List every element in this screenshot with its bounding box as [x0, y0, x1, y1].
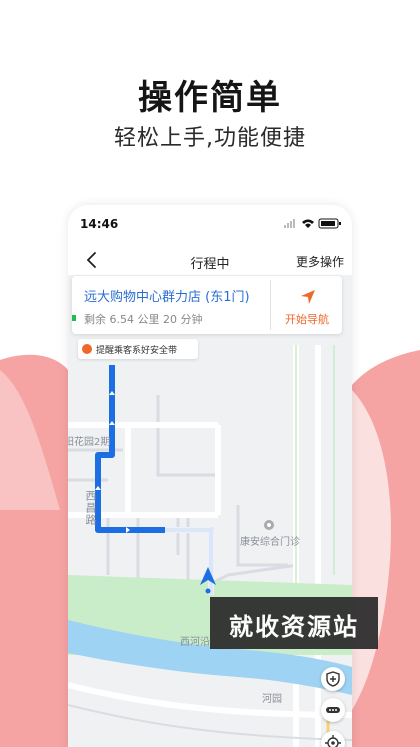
promo-title: 操作简单 [138, 78, 282, 118]
more-icon [326, 707, 340, 713]
destination-card: 远大购物中心群力店 (东1门) 剩余 6.54 公里 20 分钟 开始导航 [72, 276, 342, 334]
destination-name: 远大购物中心群力店 (东1门) [84, 290, 250, 305]
phone-screen: 14:46 行程中 更多操作 阳花园2期 西昌路 康安综合门诊 西河沿 河园 远… [68, 205, 352, 747]
route-start-marker [72, 315, 76, 321]
safety-shield-button[interactable] [321, 667, 345, 691]
promo-subtitle: 轻松上手,功能便捷 [114, 126, 306, 151]
watermark-text: 就收资源站 [229, 613, 359, 641]
back-arrow-icon[interactable] [82, 249, 104, 271]
speaker-icon [82, 344, 92, 354]
map-label-clinic: 康安综合门诊 [240, 537, 300, 548]
start-navigation-button[interactable]: 开始导航 [272, 276, 342, 334]
trip-remaining: 剩余 6.54 公里 20 分钟 [84, 313, 203, 326]
map-label-river: 西河沿 [180, 637, 210, 648]
status-time: 14:46 [80, 217, 119, 231]
status-icons [284, 218, 341, 229]
card-divider [270, 280, 271, 330]
map-label-park: 河园 [262, 694, 282, 705]
locate-icon [325, 735, 341, 747]
navigation-arrow-icon [301, 290, 315, 304]
status-bar: 14:46 [68, 205, 352, 241]
map-label-road: 西昌路 [84, 490, 97, 526]
start-navigation-label: 开始导航 [285, 313, 329, 326]
shield-icon [326, 671, 340, 687]
more-map-options-button[interactable] [321, 698, 345, 722]
more-actions-button[interactable]: 更多操作 [296, 253, 344, 270]
map-label-community: 阳花园2期 [68, 437, 111, 448]
seatbelt-reminder-text: 提醒乘客系好安全带 [96, 346, 178, 356]
watermark-badge: 就收资源站 [210, 597, 378, 649]
seatbelt-reminder: 提醒乘客系好安全带 [78, 339, 198, 359]
